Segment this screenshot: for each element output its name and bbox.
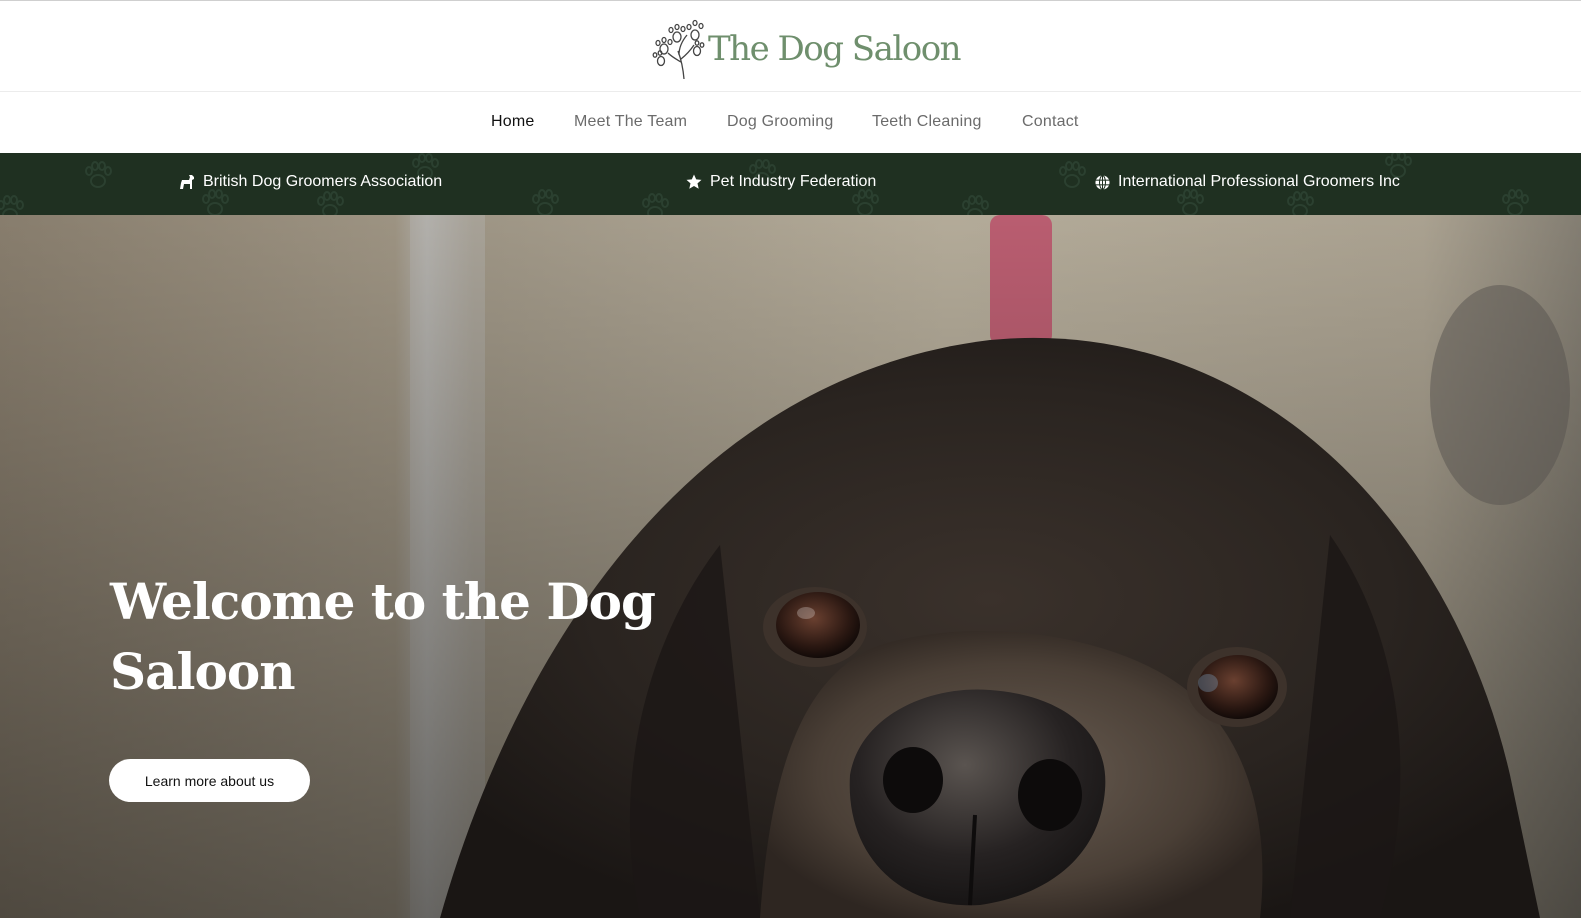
hero-section: Welcome to the Dog Saloon Learn more abo… bbox=[0, 215, 1581, 918]
paw-tree-icon bbox=[652, 19, 705, 80]
association-bdga: British Dog Groomers Association bbox=[179, 173, 442, 191]
association-label: International Professional Groomers Inc bbox=[1118, 173, 1400, 190]
site-logo[interactable]: The Dog Saloon bbox=[650, 15, 962, 81]
site-header: The Dog Saloon bbox=[0, 1, 1581, 91]
nav-item-home[interactable]: Home bbox=[491, 113, 534, 131]
nav-item-meet-the-team[interactable]: Meet The Team bbox=[574, 113, 687, 131]
nav-item-teeth-cleaning[interactable]: Teeth Cleaning bbox=[872, 113, 982, 131]
associations-bar: British Dog Groomers Association Pet Ind… bbox=[0, 153, 1581, 215]
logo-text: The Dog Saloon bbox=[708, 29, 962, 69]
association-label: British Dog Groomers Association bbox=[203, 173, 443, 190]
globe-icon bbox=[1095, 174, 1110, 190]
dog-icon bbox=[180, 175, 194, 189]
association-label: Pet Industry Federation bbox=[710, 173, 877, 190]
association-ipg: International Professional Groomers Inc bbox=[1095, 173, 1400, 191]
hero-title: Welcome to the Dog Saloon bbox=[110, 572, 656, 701]
star-icon bbox=[686, 174, 702, 189]
nav-item-contact[interactable]: Contact bbox=[1022, 113, 1079, 131]
nav-item-dog-grooming[interactable]: Dog Grooming bbox=[727, 113, 833, 131]
association-pif: Pet Industry Federation bbox=[686, 173, 876, 191]
main-nav: Home Meet The Team Dog Grooming Teeth Cl… bbox=[0, 92, 1581, 152]
learn-more-button[interactable]: Learn more about us bbox=[109, 759, 310, 802]
